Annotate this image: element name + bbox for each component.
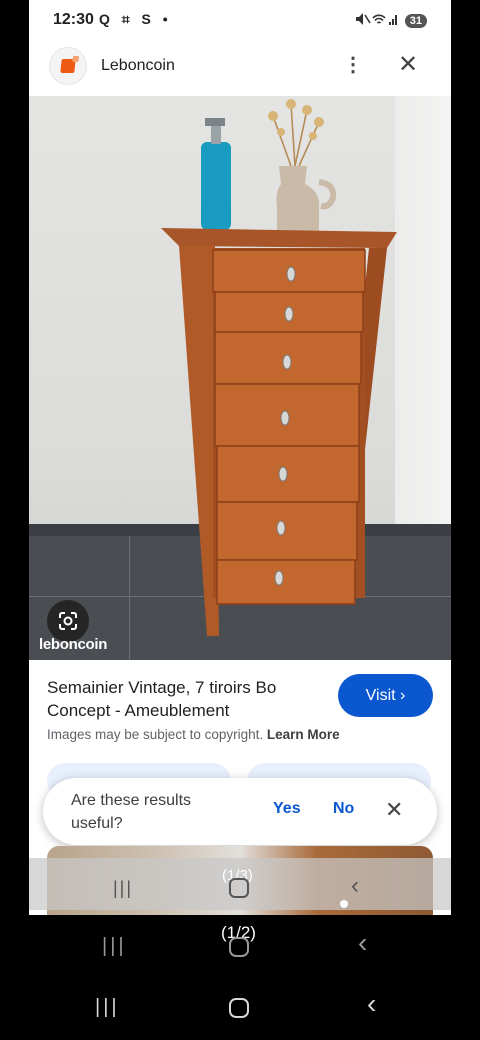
scroll-dot-indicator [340, 900, 348, 908]
system-recent-apps-icon[interactable]: ||| [95, 996, 120, 1019]
inner-back-icon[interactable]: ‹ [351, 872, 359, 900]
home-icon[interactable] [229, 937, 249, 957]
feedback-no-button[interactable]: No [333, 800, 354, 818]
screenshot-navigation-bar: ||| ‹ [0, 925, 480, 965]
leboncoin-logo-icon [49, 47, 87, 85]
status-time: 12:30 [53, 11, 94, 28]
status-notification-icons: Q ⌗ S • [99, 11, 172, 27]
visit-button[interactable]: Visit › [338, 674, 433, 717]
battery-indicator: 31 [404, 13, 427, 28]
inner-recent-apps-icon[interactable]: ||| [113, 878, 133, 899]
inner-navigation-bar: (1/3) ||| ‹ [29, 858, 451, 910]
page-header: Leboncoin ⋮ ✕ [29, 40, 451, 96]
feedback-close-icon[interactable]: ✕ [385, 797, 403, 823]
inner-home-icon[interactable] [229, 878, 249, 898]
feedback-yes-button[interactable]: Yes [273, 800, 301, 818]
close-button[interactable]: ✕ [395, 53, 421, 79]
image-watermark: leboncoin [39, 636, 108, 653]
site-name: Leboncoin [101, 57, 175, 74]
feedback-question: Are these results useful? [71, 792, 192, 832]
copyright-notice: Images may be subject to copyright. Lear… [47, 727, 340, 742]
product-image[interactable]: leboncoin [29, 96, 451, 660]
recent-apps-icon[interactable]: ||| [102, 935, 127, 958]
app-screen: 12:30 Q ⌗ S • 31 Leboncoin ⋮ ✕ leboncoin… [29, 0, 451, 915]
status-right: 31 [355, 12, 427, 29]
system-navigation-bar: ||| ‹ [0, 988, 480, 1028]
status-bar: 12:30 Q ⌗ S • 31 [29, 0, 451, 40]
learn-more-link[interactable]: Learn More [267, 727, 340, 742]
back-icon[interactable]: ‹ [358, 927, 367, 959]
system-back-icon[interactable]: ‹ [367, 988, 376, 1020]
result-title[interactable]: Semainier Vintage, 7 tiroirs Bo Concept … [47, 676, 337, 722]
feedback-prompt: Are these results useful? Yes No ✕ [43, 778, 437, 845]
mute-wifi-signal-icon [355, 12, 399, 29]
more-options-button[interactable]: ⋮ [343, 53, 363, 79]
copyright-text: Images may be subject to copyright. [47, 727, 264, 742]
chest-of-drawers-illustration [161, 99, 397, 636]
system-home-icon[interactable] [229, 998, 249, 1018]
